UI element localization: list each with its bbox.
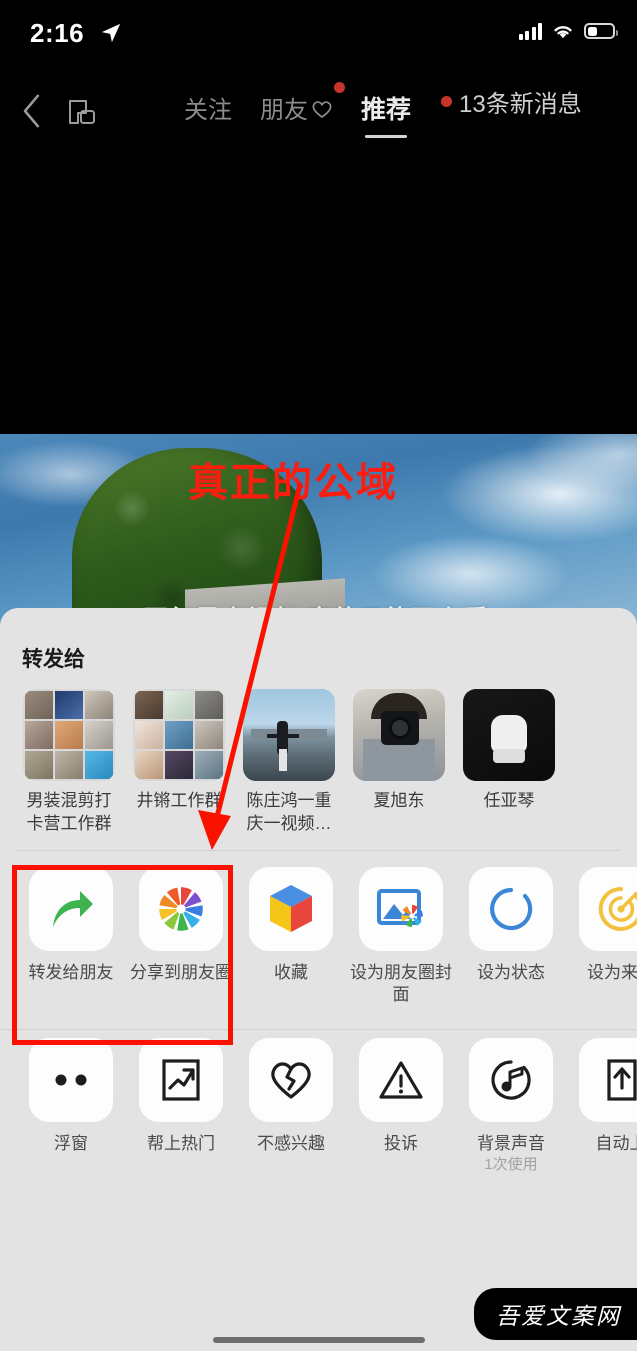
action-tile	[469, 866, 553, 951]
share-sheet: 转发给 男装混剪打卡营工作群 井锵工作群 陈庄鸿一重庆一视频… 夏旭东 任亚琴 …	[0, 608, 637, 1351]
status-bar: 2:16	[0, 0, 637, 72]
person-with-camera-avatar	[353, 689, 445, 781]
annotation-text: 真正的公域	[188, 461, 398, 505]
contact-item[interactable]: 陈庄鸿一重庆一视频…	[234, 689, 344, 836]
action-set-as-status[interactable]: 设为状态	[456, 866, 566, 1007]
action-tile	[579, 866, 637, 951]
contact-name: 夏旭东	[373, 791, 425, 810]
action-favorites[interactable]: 收藏	[236, 866, 346, 1007]
phone-screen: 2:16 关注 朋友 推荐 13条新消息 真正的公域 转发给 男装混剪打卡营工作…	[0, 0, 637, 1351]
action-tile	[579, 1037, 637, 1122]
wifi-icon	[554, 26, 572, 39]
new-messages-label: 13条新消息	[459, 91, 582, 118]
ringtone-target-icon	[598, 886, 637, 931]
share-sheet-title: 转发给	[22, 648, 85, 671]
person-on-pier-avatar	[243, 689, 335, 781]
action-floating-window[interactable]: 浮窗	[16, 1037, 126, 1175]
action-report[interactable]: 投诉	[346, 1037, 456, 1175]
tab-follow-label: 关注	[184, 97, 232, 124]
contact-list: 男装混剪打卡营工作群 井锵工作群 陈庄鸿一重庆一视频… 夏旭东 任亚琴	[0, 673, 637, 836]
forward-arrow-icon	[53, 890, 93, 927]
favorites-cube-icon	[270, 884, 312, 932]
action-label: 背景声音	[477, 1133, 545, 1153]
floating-window-dots-icon	[55, 1074, 87, 1086]
broken-heart-icon	[271, 1062, 311, 1099]
trending-chart-icon	[162, 1059, 200, 1101]
contact-item[interactable]: 男装混剪打卡营工作群	[14, 689, 124, 836]
auto-upload-icon	[607, 1059, 637, 1101]
action-set-as-ringtone[interactable]: 设为来电	[566, 866, 637, 1007]
action-tile	[29, 866, 113, 951]
watermark: 吾爱文案网	[474, 1288, 637, 1340]
status-bar-time: 2:16	[30, 18, 85, 48]
action-label: 设为来电	[587, 962, 637, 982]
action-label: 设为朋友圈封面	[350, 962, 452, 1005]
battery-low-icon	[584, 23, 618, 39]
action-label: 设为状态	[477, 962, 545, 982]
tab-friends[interactable]: 朋友	[246, 82, 347, 125]
tab-friends-label: 朋友	[260, 97, 308, 124]
tab-follow[interactable]: 关注	[170, 84, 246, 125]
action-tile	[359, 866, 443, 951]
action-tile	[139, 1037, 223, 1122]
tab-recommend[interactable]: 推荐	[347, 84, 425, 138]
multi-window-icon[interactable]	[66, 98, 102, 128]
action-label: 自动上	[595, 1133, 637, 1153]
action-auto-upload[interactable]: 自动上	[566, 1037, 637, 1175]
contact-name: 任亚琴	[483, 791, 535, 810]
action-label: 分享到朋友圈	[130, 962, 232, 982]
contact-name: 男装混剪打卡营工作群	[26, 791, 112, 833]
action-set-moments-cover[interactable]: 设为朋友圈封面	[346, 866, 456, 1007]
action-background-sound[interactable]: 背景声音 1次使用	[456, 1037, 566, 1175]
heart-outline-icon	[312, 101, 332, 119]
moments-cover-photo-icon	[377, 888, 423, 927]
contact-item[interactable]: 夏旭东	[344, 689, 454, 836]
group-photo-grid-avatar	[133, 689, 225, 781]
contact-name: 陈庄鸿一重庆一视频…	[246, 791, 332, 833]
home-indicator	[212, 1337, 425, 1343]
location-arrow-icon	[101, 23, 121, 43]
actions-row-1: 转发给朋友 分享到朋友圈 收藏 设为朋友圈封面 设为状态 设为来	[0, 851, 637, 1017]
action-tile	[469, 1037, 553, 1122]
action-tile	[139, 866, 223, 951]
action-tile	[249, 866, 333, 951]
action-label: 不感兴趣	[257, 1133, 325, 1153]
cellular-signal-icon	[518, 22, 542, 40]
action-tile	[359, 1037, 443, 1122]
top-navigation: 关注 朋友 推荐 13条新消息	[0, 82, 637, 144]
chevron-left-icon[interactable]	[18, 92, 46, 130]
group-photo-grid-avatar	[23, 689, 115, 781]
action-sublabel: 1次使用	[484, 1156, 538, 1174]
contact-name: 井锵工作群	[136, 791, 222, 810]
contact-item[interactable]: 井锵工作群	[124, 689, 234, 836]
action-label: 转发给朋友	[28, 962, 114, 982]
status-bar-indicators	[518, 22, 618, 40]
new-messages-entry[interactable]: 13条新消息	[425, 84, 582, 119]
action-label: 浮窗	[54, 1133, 88, 1153]
fist-bw-avatar	[463, 689, 555, 781]
feed-tabs: 关注 朋友 推荐 13条新消息	[170, 82, 637, 144]
warning-triangle-icon	[379, 1061, 423, 1099]
status-circle-icon	[490, 887, 533, 930]
tab-recommend-label: 推荐	[361, 96, 412, 124]
action-tile	[29, 1037, 113, 1122]
moments-shutter-icon	[159, 887, 203, 931]
action-tile	[249, 1037, 333, 1122]
contact-item[interactable]: 任亚琴	[454, 689, 564, 836]
action-forward-to-friend[interactable]: 转发给朋友	[16, 866, 126, 1007]
action-label: 投诉	[384, 1133, 418, 1153]
action-not-interested[interactable]: 不感兴趣	[236, 1037, 346, 1175]
tab-friends-badge-dot	[334, 82, 345, 93]
background-music-icon	[491, 1060, 531, 1100]
action-share-to-moments[interactable]: 分享到朋友圈	[126, 866, 236, 1007]
action-boost-trending[interactable]: 帮上热门	[126, 1037, 236, 1175]
tab-active-underline	[365, 134, 407, 138]
action-label: 帮上热门	[147, 1133, 215, 1153]
actions-row-2: 浮窗 帮上热门 不感兴趣 投诉 背景声音 1次使用 自动	[0, 1030, 637, 1185]
action-label: 收藏	[274, 962, 308, 982]
new-messages-dot	[441, 96, 453, 107]
